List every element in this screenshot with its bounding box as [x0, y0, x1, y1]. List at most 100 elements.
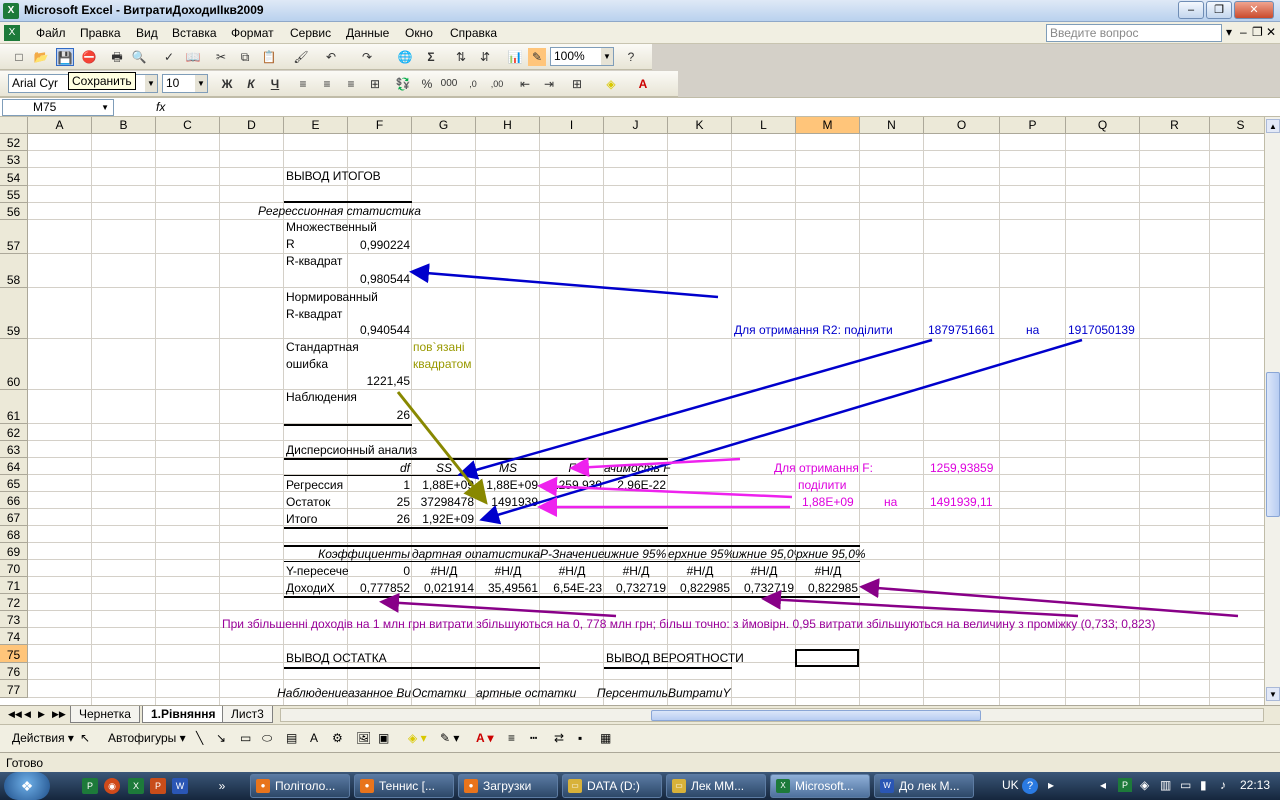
row-header-72[interactable]: 72	[0, 594, 28, 611]
merge-center-icon[interactable]: ⊞	[366, 75, 384, 93]
picture-icon[interactable]: ▣	[378, 731, 389, 745]
column-header-m[interactable]: M	[796, 117, 860, 134]
cell-h69[interactable]: P-Значение	[540, 547, 604, 562]
note-r2-text[interactable]: Для отримання R2: поділити	[734, 323, 893, 338]
cell-k77[interactable]: ВитратиY	[668, 686, 732, 701]
sheet-tab-lyst3[interactable]: Лист3	[222, 706, 273, 723]
column-header-p[interactable]: P	[1000, 117, 1066, 134]
ask-dropdown-icon[interactable]: ▾	[1226, 25, 1232, 39]
note-f-val[interactable]: 1259,93859	[930, 461, 993, 476]
tray-security-icon[interactable]: ◈	[1140, 778, 1149, 792]
select-objects-icon[interactable]: ↖	[80, 731, 90, 745]
fill-color-icon[interactable]: ◈	[602, 75, 620, 93]
autosum-icon[interactable]: Σ	[422, 48, 440, 66]
cell-i70[interactable]: #Н/Д	[540, 564, 604, 579]
task-microsoft-excel[interactable]: X Microsoft...	[770, 774, 870, 798]
wordart-icon[interactable]: A	[310, 731, 318, 745]
row-header-52[interactable]: 52	[0, 134, 28, 151]
active-cell-m75[interactable]	[795, 649, 859, 667]
permission-icon[interactable]: ⛔	[80, 48, 98, 66]
horizontal-scroll-thumb[interactable]	[651, 710, 981, 721]
cell-h65[interactable]: 1,88E+09	[476, 478, 538, 493]
cell-e54[interactable]: ВЫВОД ИТОГОВ	[286, 169, 381, 184]
hyperlink-icon[interactable]: 🌐	[396, 48, 414, 66]
row-header-64[interactable]: 64	[0, 458, 28, 475]
font-size-select[interactable]: 10 ▼	[162, 74, 208, 93]
cell-e67[interactable]: Итого	[286, 512, 317, 527]
column-header-o[interactable]: O	[924, 117, 1000, 134]
column-header-b[interactable]: B	[92, 117, 156, 134]
cell-f58[interactable]: 0,980544	[348, 272, 410, 287]
close-button[interactable]: ✕	[1234, 1, 1274, 19]
line-icon[interactable]: ╲	[196, 731, 203, 745]
chart-wizard-icon[interactable]: 📊	[506, 48, 524, 66]
cell-g70[interactable]: #Н/Д	[412, 564, 476, 579]
cell-e77[interactable]: Наблюдение	[220, 686, 348, 701]
redo-icon[interactable]: ↷	[358, 48, 376, 66]
cell-e63[interactable]: Дисперсионный анализ	[286, 443, 417, 458]
row-header-57[interactable]: 57	[0, 220, 28, 254]
align-left-icon[interactable]: ≡	[294, 75, 312, 93]
cut-icon[interactable]: ✂	[212, 48, 230, 66]
cell-g60[interactable]: пов`язані квадратом	[413, 339, 475, 373]
menu-data[interactable]: Данные	[346, 26, 389, 40]
cell-j69[interactable]: ерхние 95%	[668, 547, 732, 562]
italic-icon[interactable]: К	[242, 75, 260, 93]
prev-sheet-icon[interactable]: ◀	[24, 709, 31, 720]
cell-g71[interactable]: 0,021914	[412, 581, 474, 596]
rectangle-icon[interactable]: ▭	[240, 731, 251, 745]
tray-power-icon[interactable]: ▮	[1200, 778, 1207, 792]
autoshapes-menu[interactable]: Автофигуры ▾	[108, 731, 186, 745]
cell-e71[interactable]: ДоходиX	[286, 581, 335, 596]
research-icon[interactable]: 📖	[184, 48, 202, 66]
clipart-icon[interactable]: 🖼	[356, 731, 371, 745]
actions-menu[interactable]: Действия ▾	[12, 731, 74, 745]
row-header-77[interactable]: 77	[0, 680, 28, 698]
note-r2-on[interactable]: на	[1026, 323, 1039, 338]
borders-icon[interactable]: ⊞	[568, 75, 586, 93]
ask-question-input[interactable]: Введите вопрос	[1046, 24, 1222, 42]
cell-e66[interactable]: Остаток	[286, 495, 330, 510]
cell-f69[interactable]: дартная ош	[412, 547, 476, 562]
shadow-icon[interactable]: ▪	[578, 731, 582, 745]
formula-input[interactable]	[174, 99, 1274, 116]
line-style-icon[interactable]: ≡	[508, 731, 515, 745]
open-icon[interactable]: 📂	[32, 48, 50, 66]
column-header-q[interactable]: Q	[1066, 117, 1140, 134]
cell-g77[interactable]: Остатки	[412, 686, 476, 701]
cell-g64[interactable]: SS	[412, 461, 476, 476]
cell-e61[interactable]: Наблюдения	[286, 389, 357, 406]
cell-f71[interactable]: 0,777852	[348, 581, 410, 596]
quicklaunch-excel-icon[interactable]: X	[128, 778, 144, 794]
task-tennis[interactable]: ● Теннис [...	[354, 774, 454, 798]
row-header-54[interactable]: 54	[0, 168, 28, 186]
column-header-n[interactable]: N	[860, 117, 924, 134]
row-header-69[interactable]: 69	[0, 543, 28, 560]
cell-g67[interactable]: 1,92E+09	[412, 512, 474, 527]
cell-h66[interactable]: 1491939	[476, 495, 538, 510]
cell-e56[interactable]: Регрессионная статистика	[258, 204, 421, 219]
cell-f77[interactable]: азанное Ви	[348, 686, 412, 701]
cell-j70[interactable]: #Н/Д	[604, 564, 668, 579]
align-right-icon[interactable]: ≡	[342, 75, 360, 93]
note-r2-val1[interactable]: 1879751661	[928, 323, 995, 338]
tray-project-icon[interactable]: P	[1118, 778, 1132, 792]
column-header-s[interactable]: S	[1210, 117, 1264, 134]
select-all-corner[interactable]	[0, 117, 28, 134]
cell-f57[interactable]: 0,990224	[348, 238, 410, 253]
horizontal-scrollbar[interactable]	[280, 708, 1264, 722]
cell-l69[interactable]: рхние 95,0%	[796, 547, 886, 562]
cell-k71[interactable]: 0,822985	[668, 581, 730, 596]
row-header-74[interactable]: 74	[0, 628, 28, 645]
task-zagruzki[interactable]: ● Загрузки	[458, 774, 558, 798]
cell-j64[interactable]: ачимость F	[604, 461, 671, 476]
cell-m71[interactable]: 0,822985	[796, 581, 858, 596]
quicklaunch-word-icon[interactable]: W	[172, 778, 188, 794]
quicklaunch-powerpoint-icon[interactable]: P	[150, 778, 166, 794]
font-color-icon[interactable]: A	[634, 75, 652, 93]
align-center-icon[interactable]: ≡	[318, 75, 336, 93]
task-do-lek[interactable]: W До лек М...	[874, 774, 974, 798]
row-header-70[interactable]: 70	[0, 560, 28, 577]
decrease-indent-icon[interactable]: ⇤	[516, 75, 534, 93]
increase-decimal-icon[interactable]: ,0	[464, 75, 482, 93]
